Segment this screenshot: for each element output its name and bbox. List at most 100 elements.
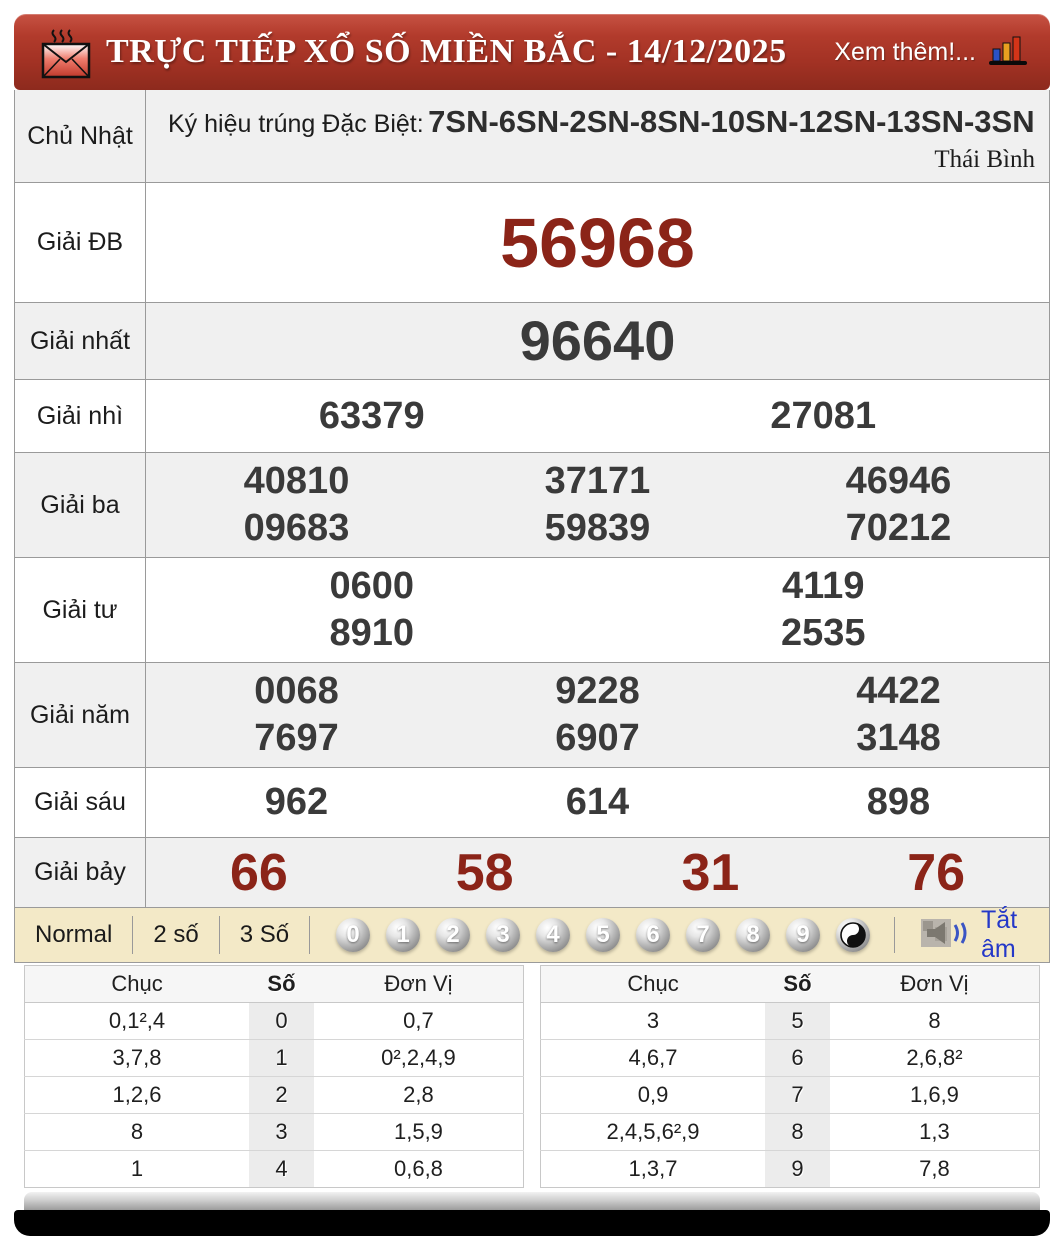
stats-row: 1,2,6 2 2,8 [24, 1076, 524, 1114]
stats-values: 8 [24, 1113, 250, 1151]
prize-number: 898 [866, 781, 931, 823]
digit-ball-6[interactable]: 6 [636, 918, 671, 952]
controls-bar: Normal 2 số 3 Số 0123456789 Tắt âm [14, 906, 1050, 964]
sign-label: Ký hiệu trúng Đặc Biệt: [168, 110, 424, 138]
stats-values: 3,7,8 [24, 1039, 250, 1077]
prize-number: 27081 [770, 394, 877, 437]
stats-values: 7,8 [829, 1150, 1040, 1188]
prize-number: 4422 [856, 670, 941, 712]
digit-ball-8[interactable]: 8 [736, 918, 771, 952]
stats-values: 1,3,7 [540, 1150, 766, 1188]
prize-row-5: Giải tư 0600 4119 8910 2535 [15, 557, 1049, 662]
stats-row: 1,3,7 9 7,8 [540, 1150, 1040, 1188]
stats-digit: 6 [765, 1039, 830, 1077]
stats-digit: 0 [249, 1002, 314, 1040]
stats-section: Chục Số Đơn Vị 0,1²,4 0 0,7 3,7,8 1 0²,2,4,9 1,2,… [14, 963, 1050, 1192]
stats-values: 1,3 [829, 1113, 1040, 1151]
prize-number: 2535 [780, 612, 866, 654]
prize-number: 09683 [243, 507, 350, 549]
bar-chart-icon[interactable] [988, 34, 1028, 71]
stats-row: 358 [540, 1002, 1040, 1040]
stats-values: 1,5,9 [313, 1113, 524, 1151]
hot-mail-icon [40, 24, 92, 80]
stats-digit: 4 [249, 1150, 314, 1188]
prize-number: 59839 [544, 507, 651, 549]
prize-number: 0600 [329, 565, 415, 607]
stats-digit: 7 [765, 1076, 830, 1114]
province-name: Thái Bình [934, 146, 1035, 173]
prize-row-4: Giải ba 40810 37171 46946 09683 59839 70212 [15, 452, 1049, 557]
page-title: TRỰC TIẾP XỔ SỐ MIỀN BẮC - 14/12/2025 [106, 33, 787, 70]
stats-row: 0,9 7 1,6,9 [540, 1076, 1040, 1114]
mute-button[interactable]: Tắt âm [921, 906, 1049, 964]
prize-number: 66 [229, 843, 288, 902]
controls-divider [894, 917, 896, 953]
prize-number: 46946 [845, 460, 952, 502]
mode-button-3-số[interactable]: 3 Số [220, 916, 311, 954]
prize-number: 4119 [782, 565, 865, 607]
speaker-icon [921, 917, 971, 954]
stats-row: 1 4 0,6,8 [24, 1150, 524, 1188]
stats-values: 3 [540, 1002, 766, 1040]
prize-number: 614 [565, 781, 630, 823]
digit-ball-4[interactable]: 4 [536, 918, 571, 952]
prize-row-1: Giải ĐB 56968 [15, 182, 1049, 302]
stats-values: 0,9 [540, 1076, 766, 1114]
prize-number: 3148 [856, 717, 941, 759]
digit-ball-5[interactable]: 5 [586, 918, 621, 952]
prize-row-8: Giải bảy 66 58 31 76 [15, 837, 1049, 907]
see-more-link[interactable]: Xem thêm!... [834, 38, 976, 67]
stats-header: Chục [540, 965, 766, 1003]
stats-values: 0,7 [313, 1002, 524, 1040]
digit-ball-0[interactable]: 0 [336, 918, 371, 952]
prize-number: 9228 [555, 670, 640, 712]
stats-digit: 5 [765, 1002, 830, 1040]
prize-row-3: Giải nhì 63379 27081 [15, 379, 1049, 452]
mode-button-normal[interactable]: Normal [15, 916, 134, 954]
stats-table-left: Chục Số Đơn Vị 0,1²,4 0 0,7 3,7,8 1 0²,2,4,9 1,2,… [24, 965, 524, 1188]
prize-label: Giải ba [15, 453, 146, 557]
mode-buttons: Normal 2 số 3 Số [15, 916, 311, 954]
prize-row-6: Giải năm 0068 9228 4422 7697 6907 3148 [15, 662, 1049, 767]
stats-values: 1,2,6 [24, 1076, 250, 1114]
stats-values: 8 [829, 1002, 1040, 1040]
digit-balls: 0123456789 [336, 918, 821, 952]
digit-ball-1[interactable]: 1 [386, 918, 421, 952]
prize-row-2: Giải nhất 96640 [15, 302, 1049, 379]
prize-label: Giải nhất [15, 303, 146, 379]
sign-row: Chủ Nhật Ký hiệu trúng Đặc Biệt: 7SN-6SN… [15, 90, 1049, 182]
prize-label: Giải sáu [15, 768, 146, 837]
stats-values: 0,6,8 [313, 1150, 524, 1188]
prize-label: Giải bảy [15, 838, 146, 907]
stats-values: 2,4,5,6²,9 [540, 1113, 766, 1151]
prize-number: 96640 [519, 309, 676, 372]
mode-button-2-số[interactable]: 2 số [133, 916, 220, 954]
prize-number: 56968 [500, 203, 695, 282]
stats-row: 3,7,8 1 0²,2,4,9 [24, 1039, 524, 1077]
header-bar: TRỰC TIẾP XỔ SỐ MIỀN BẮC - 14/12/2025 Xe… [14, 14, 1050, 90]
prize-number: 40810 [243, 460, 350, 502]
prize-number: 37171 [544, 460, 651, 502]
prize-number: 0068 [254, 670, 339, 712]
yin-yang-ball[interactable] [836, 918, 871, 952]
prize-label: Giải năm [15, 663, 146, 767]
stats-header: Chục [24, 965, 250, 1003]
mute-label: Tắt âm [981, 906, 1018, 963]
digit-ball-9[interactable]: 9 [786, 918, 821, 952]
stats-row: 4,6,7 6 2,6,8² [540, 1039, 1040, 1077]
prize-number: 8910 [329, 612, 415, 654]
prize-label: Giải tư [15, 558, 146, 662]
stats-header: Đơn Vị [829, 965, 1040, 1003]
stats-digit: 3 [249, 1113, 314, 1151]
prize-row-7: Giải sáu 962 614 898 [15, 767, 1049, 837]
digit-ball-2[interactable]: 2 [436, 918, 471, 952]
prize-number: 7697 [254, 717, 339, 759]
stats-values: 4,6,7 [540, 1039, 766, 1077]
prize-number: 6907 [555, 717, 640, 759]
digit-ball-7[interactable]: 7 [686, 918, 721, 952]
digit-ball-3[interactable]: 3 [486, 918, 521, 952]
prize-label: Giải nhì [15, 380, 146, 452]
day-label: Chủ Nhật [15, 90, 146, 182]
stats-table-right: Chục Số Đơn Vị 3 5 8 4,6,7 6 2,6,8² 0,9 7 1,6,9 2,4,… [540, 965, 1040, 1188]
prize-number: 76 [907, 843, 966, 902]
